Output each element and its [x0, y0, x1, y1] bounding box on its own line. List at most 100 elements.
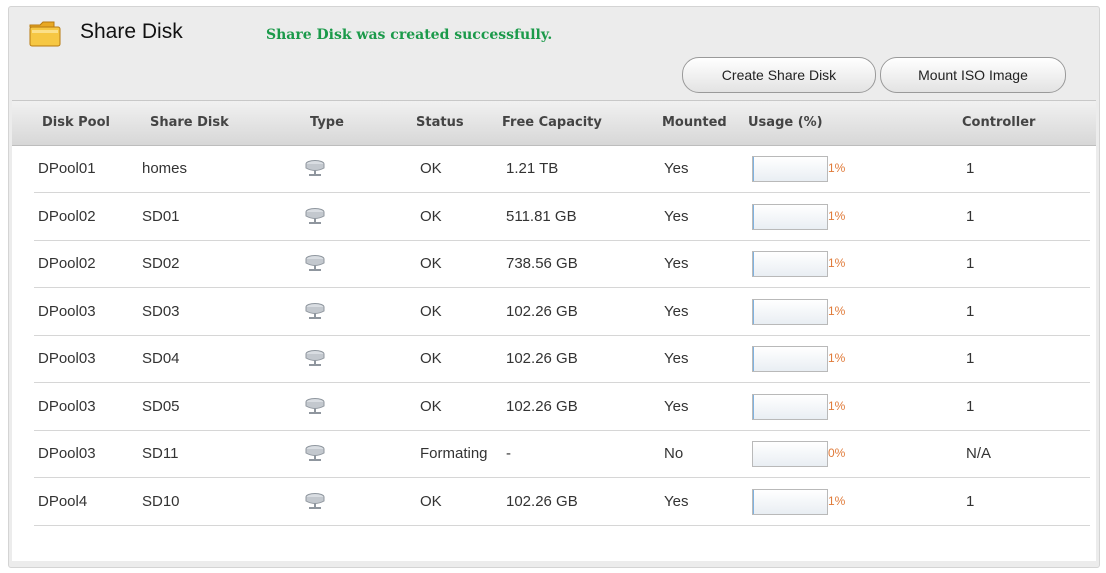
table-row[interactable]: DPool03 SD04 OK 102.26 GB Yes 1% 1 — [34, 335, 1090, 383]
success-message: Share Disk was created successfully. — [266, 27, 553, 43]
table-row[interactable]: DPool4 SD10 OK 102.26 GB Yes 1% 1 — [34, 478, 1090, 526]
table-row[interactable]: DPool03 SD03 OK 102.26 GB Yes 1% 1 — [34, 288, 1090, 336]
usage-percent: 0% — [828, 446, 846, 460]
usage-percent: 1% — [828, 398, 846, 413]
share-disk-cell: SD02 — [142, 255, 180, 272]
usage-percent: 1% — [828, 303, 846, 318]
free-capacity-cell: 511.81 GB — [506, 207, 577, 225]
share-disk-icon — [305, 397, 325, 414]
disk-pool-cell: DPool4 — [38, 492, 88, 510]
disk-pool-cell: DPool03 — [38, 302, 96, 320]
disk-pool-cell: DPool02 — [38, 255, 96, 272]
column-header-status[interactable]: Status — [416, 115, 464, 130]
mounted-cell: Yes — [664, 302, 689, 320]
share-disk-cell: SD11 — [142, 445, 179, 462]
disk-pool-cell: DPool03 — [38, 350, 96, 367]
share-disk-icon — [305, 207, 325, 224]
column-header-free-capacity[interactable]: Free Capacity — [502, 115, 602, 130]
table-row[interactable]: DPool02 SD01 OK 511.81 GB Yes 1% 1 — [34, 193, 1090, 241]
column-header-disk-pool[interactable]: Disk Pool — [42, 115, 110, 130]
controller-cell: 1 — [966, 255, 975, 272]
usage-bar — [752, 203, 828, 230]
disk-pool-cell: DPool03 — [38, 445, 96, 462]
status-cell: OK — [420, 207, 442, 225]
free-capacity-cell: 102.26 GB — [506, 492, 578, 510]
usage-bar-fill — [753, 204, 754, 229]
controller-cell: N/A — [966, 445, 992, 462]
status-cell: OK — [420, 160, 442, 177]
mounted-cell: Yes — [664, 160, 689, 177]
mounted-cell: Yes — [664, 350, 689, 367]
status-cell: OK — [420, 350, 442, 367]
free-capacity-cell: 1.21 TB — [506, 160, 559, 177]
table-row[interactable]: DPool03 SD05 OK 102.26 GB Yes 1% 1 — [34, 383, 1090, 431]
status-cell: OK — [420, 397, 442, 415]
usage-bar-fill — [753, 299, 754, 324]
usage-percent: 1% — [828, 208, 846, 223]
usage-bar — [752, 441, 828, 467]
share-disk-cell: SD10 — [142, 492, 180, 510]
usage-bar — [752, 251, 828, 277]
free-capacity-cell: 738.56 GB — [506, 255, 578, 272]
status-cell: OK — [420, 255, 442, 272]
controller-cell: 1 — [966, 302, 975, 320]
controller-cell: 1 — [966, 207, 975, 225]
mounted-cell: Yes — [664, 492, 689, 510]
controller-cell: 1 — [966, 160, 975, 177]
controller-cell: 1 — [966, 350, 975, 367]
disk-pool-cell: DPool03 — [38, 397, 96, 415]
free-capacity-cell: 102.26 GB — [506, 397, 578, 415]
usage-bar-fill — [753, 347, 754, 371]
table-row[interactable]: DPool01 homes OK 1.21 TB Yes 1% 1 — [34, 145, 1090, 193]
disk-pool-cell: DPool01 — [38, 160, 96, 177]
share-disk-icon — [305, 445, 325, 461]
status-cell: OK — [420, 492, 442, 510]
folder-icon — [29, 21, 61, 47]
mounted-cell: Yes — [664, 207, 689, 225]
usage-bar — [752, 488, 828, 515]
page-header: Share Disk Share Disk was created succes… — [28, 14, 1088, 54]
share-disk-icon — [305, 492, 325, 509]
usage-percent: 1% — [828, 351, 846, 365]
usage-bar-fill — [753, 157, 754, 181]
usage-bar — [752, 346, 828, 372]
page-title: Share Disk — [80, 20, 183, 43]
status-cell: Formating — [420, 445, 488, 462]
free-capacity-cell: 102.26 GB — [506, 302, 578, 320]
usage-bar — [752, 393, 828, 420]
usage-percent: 1% — [828, 161, 846, 175]
controller-cell: 1 — [966, 397, 975, 415]
usage-bar — [752, 156, 828, 182]
column-header-share-disk[interactable]: Share Disk — [150, 115, 229, 130]
usage-bar-fill — [753, 489, 754, 514]
table-row[interactable]: DPool03 SD11 Formating - No 0% N/A — [34, 430, 1090, 478]
column-header-type[interactable]: Type — [310, 115, 344, 130]
share-disk-cell: SD04 — [142, 350, 180, 367]
disk-pool-cell: DPool02 — [38, 207, 96, 225]
status-cell: OK — [420, 302, 442, 320]
controller-cell: 1 — [966, 492, 975, 510]
share-disk-cell: homes — [142, 160, 188, 177]
table-header: Disk Pool Share Disk Type Status Free Ca… — [12, 101, 1096, 146]
usage-bar-fill — [753, 252, 754, 276]
mount-iso-image-button[interactable]: Mount ISO Image — [880, 57, 1066, 93]
table-row[interactable]: DPool02 SD02 OK 738.56 GB Yes 1% 1 — [34, 240, 1090, 288]
column-header-controller[interactable]: Controller — [962, 115, 1035, 130]
usage-bar — [752, 298, 828, 325]
mounted-cell: Yes — [664, 397, 689, 415]
free-capacity-cell: - — [506, 445, 511, 462]
create-share-disk-button[interactable]: Create Share Disk — [682, 57, 876, 93]
mounted-cell: Yes — [664, 255, 689, 272]
share-disk-cell: SD03 — [142, 302, 180, 320]
share-disk-table: Disk Pool Share Disk Type Status Free Ca… — [12, 100, 1096, 561]
free-capacity-cell: 102.26 GB — [506, 350, 578, 367]
share-disk-cell: SD05 — [142, 397, 180, 415]
share-disk-icon — [305, 350, 325, 366]
column-header-usage[interactable]: Usage (%) — [748, 115, 823, 130]
column-header-mounted[interactable]: Mounted — [662, 115, 727, 130]
share-disk-cell: SD01 — [142, 207, 180, 225]
mounted-cell: No — [664, 445, 684, 462]
usage-percent: 1% — [828, 256, 846, 270]
share-disk-icon — [305, 160, 325, 176]
usage-percent: 1% — [828, 493, 846, 508]
